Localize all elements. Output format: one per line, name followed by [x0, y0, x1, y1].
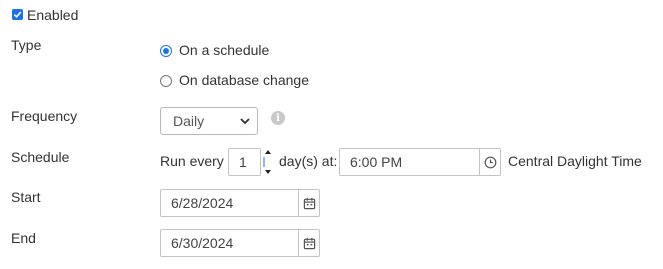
schedule-radio-label[interactable]: On a schedule — [179, 42, 269, 58]
start-date-value: 6/28/2024 — [171, 195, 234, 211]
enabled-label: Enabled — [27, 7, 79, 23]
time-input[interactable]: 6:00 PM — [339, 148, 501, 176]
calendar-icon — [303, 237, 315, 249]
type-label: Type — [11, 37, 42, 53]
schedule-label: Schedule — [11, 149, 70, 165]
run-every-label: Run every — [160, 153, 224, 169]
interval-stepper[interactable] — [263, 148, 273, 176]
end-date-value: 6/30/2024 — [171, 235, 234, 251]
chevron-down-icon — [240, 118, 250, 125]
schedule-radio[interactable] — [160, 45, 172, 57]
end-label: End — [11, 230, 36, 246]
interval-input[interactable]: 1 — [228, 148, 261, 176]
enabled-checkbox[interactable] — [12, 9, 23, 20]
info-icon[interactable]: i — [271, 111, 285, 125]
calendar-icon — [303, 197, 315, 209]
database-change-radio-label[interactable]: On database change — [179, 72, 309, 88]
database-change-radio[interactable] — [160, 75, 172, 87]
time-value: 6:00 PM — [350, 154, 403, 170]
start-calendar-button[interactable] — [298, 190, 319, 216]
start-date-input[interactable]: 6/28/2024 — [160, 189, 320, 217]
clock-icon — [484, 156, 496, 168]
end-date-input[interactable]: 6/30/2024 — [160, 229, 320, 257]
frequency-label: Frequency — [11, 108, 78, 124]
end-calendar-button[interactable] — [298, 230, 319, 256]
interval-value: 1 — [239, 154, 247, 170]
day-unit-label: day(s) at: — [279, 153, 338, 169]
time-picker-button[interactable] — [479, 149, 500, 175]
start-label: Start — [11, 189, 41, 205]
timezone-label: Central Daylight Time — [508, 153, 642, 169]
frequency-select-value: Daily — [173, 113, 205, 129]
frequency-select[interactable]: Daily — [160, 107, 258, 135]
